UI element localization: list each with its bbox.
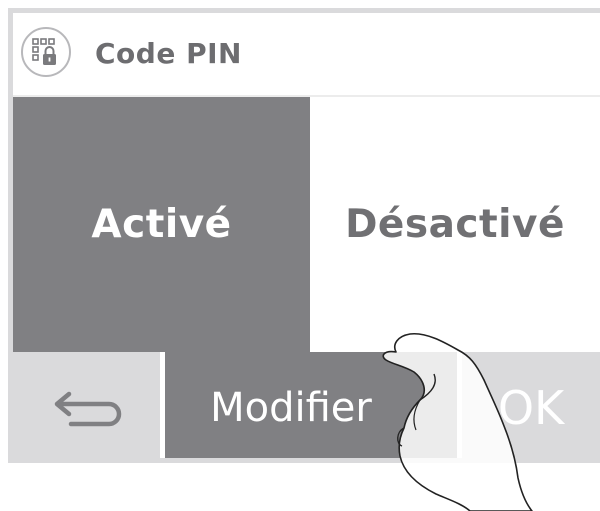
device-frame: Code PIN Activé Désactivé Modifier OK [0, 0, 600, 511]
option-inactive-button[interactable]: Désactivé [310, 97, 600, 352]
page-title: Code PIN [95, 37, 242, 70]
pin-lock-icon [21, 27, 71, 77]
option-active-button[interactable]: Activé [13, 97, 310, 352]
ok-button[interactable]: OK [462, 352, 600, 458]
modify-button[interactable]: Modifier [165, 352, 457, 458]
bottom-bar: Modifier OK [13, 352, 600, 458]
header: Code PIN [13, 13, 600, 97]
back-arrow-icon [54, 391, 121, 426]
back-button[interactable] [13, 352, 160, 458]
screen: Code PIN Activé Désactivé Modifier OK [8, 8, 600, 463]
